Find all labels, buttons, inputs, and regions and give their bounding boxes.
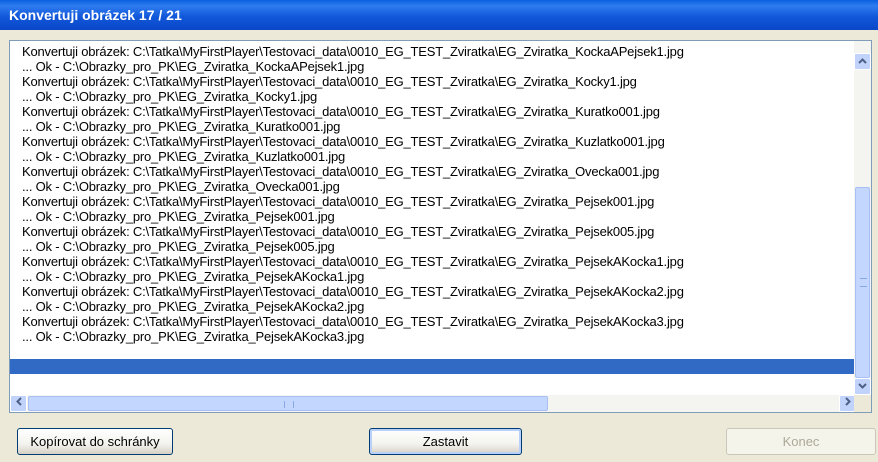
log-line[interactable]: ... Ok - C:\Obrazky_pro_PK\EG_Zviratka_K… [10,119,856,134]
log-line[interactable]: Konvertuji obrázek: C:\Tatka\MyFirstPlay… [10,134,856,149]
log-line[interactable] [10,344,856,359]
log-line[interactable]: ... Ok - C:\Obrazky_pro_PK\EG_Zviratka_K… [10,149,856,164]
log-line[interactable]: Konvertuji obrázek: C:\Tatka\MyFirstPlay… [10,44,856,59]
horizontal-scrollbar[interactable] [10,395,856,412]
grip-icon [860,278,867,287]
chevron-left-icon [15,397,22,409]
log-line[interactable]: ... Ok - C:\Obrazky_pro_PK\EG_Zviratka_P… [10,299,856,314]
log-line[interactable]: ... Ok - C:\Obrazky_pro_PK\EG_Zviratka_O… [10,179,856,194]
chevron-right-icon [844,397,851,409]
vertical-scroll-thumb[interactable] [855,187,870,378]
log-line[interactable]: Konvertuji obrázek: C:\Tatka\MyFirstPlay… [10,224,856,239]
end-button[interactable]: Konec [726,428,876,455]
log-line[interactable]: Konvertuji obrázek: C:\Tatka\MyFirstPlay… [10,104,856,119]
vertical-scrollbar[interactable] [854,41,871,395]
chevron-down-icon [858,381,867,392]
copy-to-clipboard-button[interactable]: Kopírovat do schránky [17,428,173,455]
log-line[interactable]: Konvertuji obrázek: C:\Tatka\MyFirstPlay… [10,164,856,179]
log-line[interactable]: Konvertuji obrázek: C:\Tatka\MyFirstPlay… [10,284,856,299]
log-line[interactable]: Konvertuji obrázek: C:\Tatka\MyFirstPlay… [10,254,856,269]
scroll-left-button[interactable] [10,395,27,412]
scrollbar-corner [854,395,871,412]
grip-icon [284,401,294,408]
chevron-up-icon [858,56,867,67]
log-line[interactable]: ... Ok - C:\Obrazky_pro_PK\EG_Zviratka_P… [10,269,856,284]
conversion-log-list[interactable]: Konvertuji obrázek: C:\Tatka\MyFirstPlay… [9,40,872,413]
horizontal-scroll-thumb[interactable] [28,396,548,411]
log-line-selected[interactable] [10,359,856,374]
log-line[interactable]: Konvertuji obrázek: C:\Tatka\MyFirstPlay… [10,74,856,89]
scroll-down-button[interactable] [854,378,871,395]
log-lines: Konvertuji obrázek: C:\Tatka\MyFirstPlay… [10,44,856,395]
stop-button[interactable]: Zastavit [369,428,522,455]
log-line[interactable]: ... Ok - C:\Obrazky_pro_PK\EG_Zviratka_P… [10,239,856,254]
log-line[interactable]: Konvertuji obrázek: C:\Tatka\MyFirstPlay… [10,314,856,329]
window-title: Konvertuji obrázek 17 / 21 [0,0,878,30]
log-line[interactable]: Konvertuji obrázek: C:\Tatka\MyFirstPlay… [10,194,856,209]
log-line[interactable]: ... Ok - C:\Obrazky_pro_PK\EG_Zviratka_K… [10,89,856,104]
log-line[interactable]: ... Ok - C:\Obrazky_pro_PK\EG_Zviratka_K… [10,59,856,74]
log-line[interactable]: ... Ok - C:\Obrazky_pro_PK\EG_Zviratka_P… [10,329,856,344]
scroll-up-button[interactable] [854,53,871,70]
log-line[interactable]: ... Ok - C:\Obrazky_pro_PK\EG_Zviratka_P… [10,209,856,224]
